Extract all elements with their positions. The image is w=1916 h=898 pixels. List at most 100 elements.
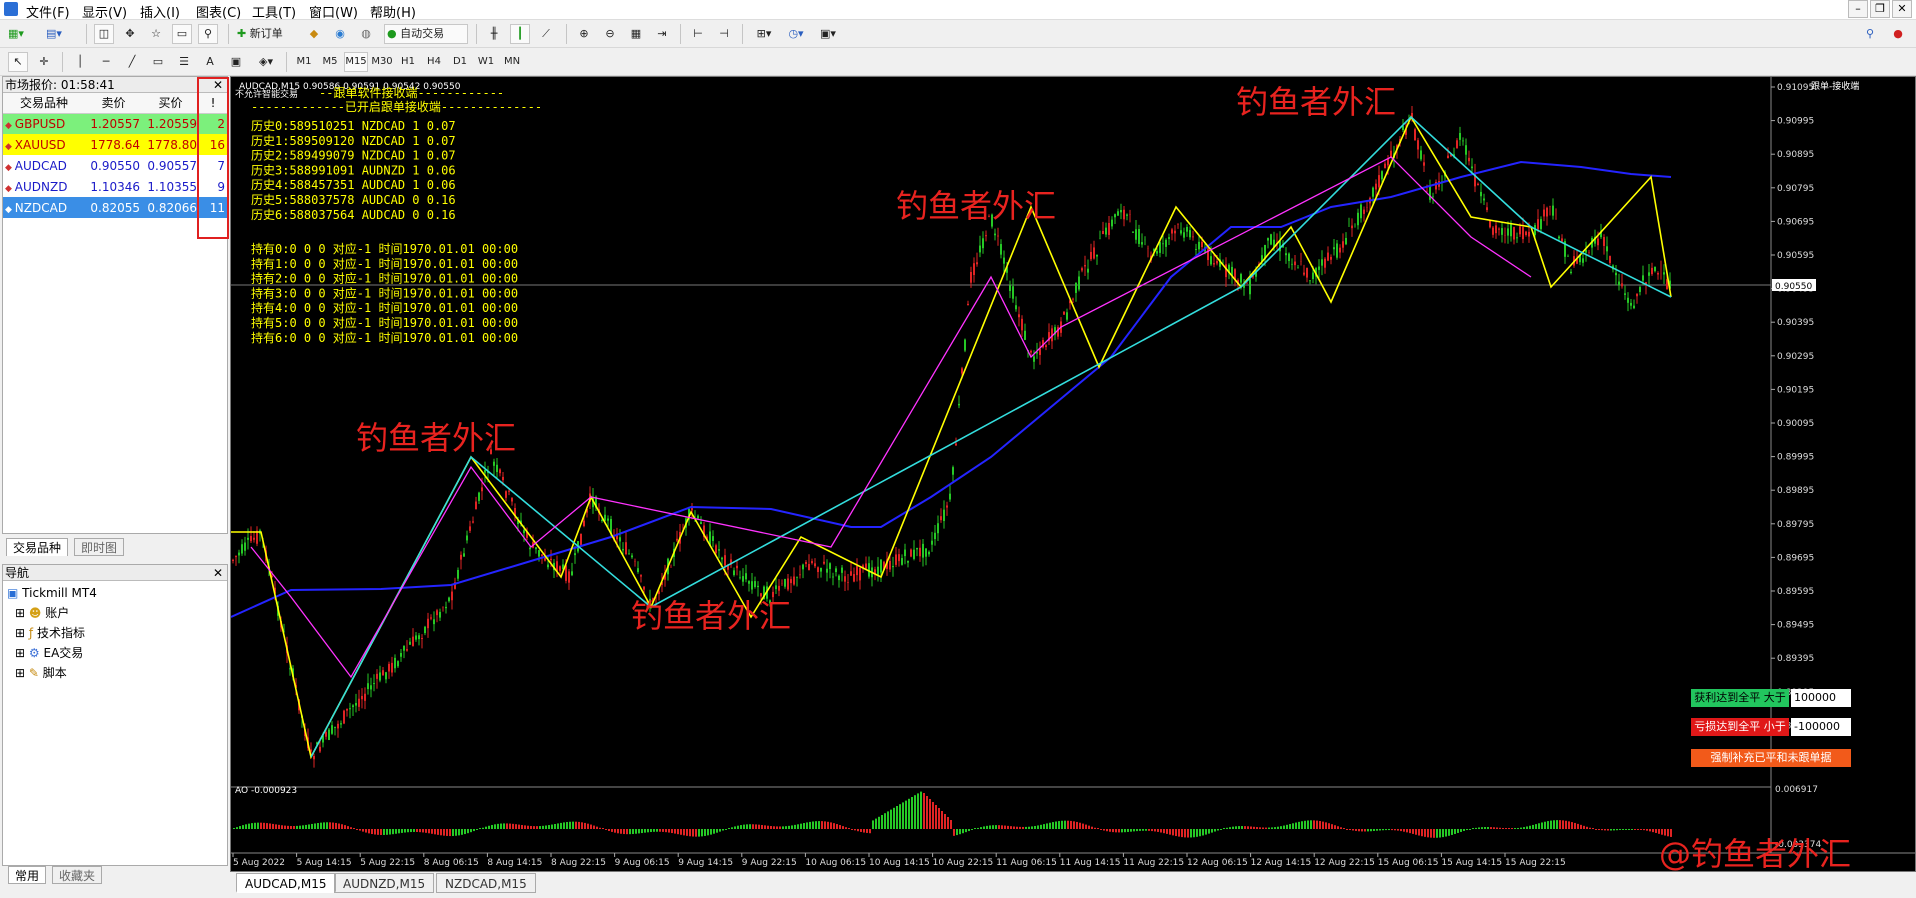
menu-insert[interactable]: 插入(I): [140, 2, 180, 21]
terminal-icon[interactable]: ▭: [172, 24, 192, 44]
fibonacci-icon[interactable]: ☰: [174, 52, 194, 72]
nav-root[interactable]: ▣ Tickmill MT4: [7, 583, 227, 603]
ao-bar: [575, 821, 577, 829]
text-icon[interactable]: A: [200, 52, 220, 72]
new-order-button[interactable]: ✚ 新订单: [236, 24, 300, 44]
tester-icon[interactable]: ⚲: [198, 24, 218, 44]
shift-end-icon[interactable]: ⊣: [714, 24, 734, 44]
new-chart-icon[interactable]: ▦▾: [6, 24, 26, 44]
close-icon[interactable]: ✕: [213, 565, 227, 581]
zoom-out-icon[interactable]: ⊖: [600, 24, 620, 44]
column-bid[interactable]: 卖价: [85, 93, 142, 114]
column-ask[interactable]: 买价: [142, 93, 199, 114]
text-label-icon[interactable]: ▣: [226, 52, 246, 72]
chart-shift-icon[interactable]: ⇥: [652, 24, 672, 44]
ao-bar: [983, 826, 985, 829]
expand-icon[interactable]: ⊞: [15, 646, 25, 660]
ao-bar: [1613, 829, 1615, 831]
nav-item-indicators[interactable]: ⊞ ƒ 技术指标: [7, 623, 227, 643]
zoom-in-icon[interactable]: ⊕: [574, 24, 594, 44]
ao-bar: [788, 825, 790, 829]
signals-icon[interactable]: ◍: [356, 24, 376, 44]
expand-icon[interactable]: ⊞: [15, 666, 25, 680]
timeframe-m5[interactable]: M5: [318, 52, 342, 72]
vertical-line-icon[interactable]: │: [70, 52, 90, 72]
ao-bar: [1508, 828, 1510, 829]
chart-window[interactable]: 0.91095 0.90995 0.90895 0.90795 0.90695 0.905…: [230, 76, 1916, 872]
community-icon[interactable]: ◉: [330, 24, 350, 44]
menu-file[interactable]: 文件(F): [26, 2, 70, 21]
notifications-icon[interactable]: ●: [1888, 24, 1908, 44]
autoscroll-icon[interactable]: ⊢: [688, 24, 708, 44]
column-symbol[interactable]: 交易品种: [3, 93, 85, 114]
market-watch-row[interactable]: ◆ GBPUSD 1.20557 1.20559 2: [3, 113, 227, 134]
indicators-icon[interactable]: ⊞▾: [750, 24, 778, 44]
menu-window[interactable]: 窗口(W): [309, 2, 358, 21]
trendline-icon[interactable]: ╱: [122, 52, 142, 72]
timeframe-d1[interactable]: D1: [448, 52, 472, 72]
nav-item-scripts[interactable]: ⊞ ✎ 脚本: [7, 663, 227, 683]
tab-audcad[interactable]: AUDCAD,M15: [236, 873, 336, 893]
navigator-icon[interactable]: ☆: [146, 24, 166, 44]
ao-bar: [1529, 825, 1531, 829]
ao-bar: [647, 829, 649, 833]
nav-item-accounts[interactable]: ⊞ ☻ 账户: [7, 603, 227, 623]
timeframe-m15[interactable]: M15: [344, 52, 368, 72]
minimize-icon[interactable]: –: [1848, 0, 1868, 18]
menu-help[interactable]: 帮助(H): [370, 2, 416, 21]
profiles-icon[interactable]: ▤▾: [44, 24, 64, 44]
candlestick-icon[interactable]: ┃: [510, 24, 530, 44]
ao-bar: [710, 829, 712, 835]
tab-audnzd[interactable]: AUDNZD,M15: [334, 873, 435, 893]
timeframe-h1[interactable]: H1: [396, 52, 420, 72]
stop-loss-input[interactable]: -100000: [1791, 718, 1851, 736]
ao-bar: [1616, 829, 1618, 831]
channel-icon[interactable]: ▭: [148, 52, 168, 72]
timeframe-mn[interactable]: MN: [500, 52, 524, 72]
timeframe-m1[interactable]: M1: [292, 52, 316, 72]
timeframe-h4[interactable]: H4: [422, 52, 446, 72]
menu-chart[interactable]: 图表(C): [196, 2, 241, 21]
ao-bar: [275, 824, 277, 829]
market-watch-icon[interactable]: ◫: [94, 24, 114, 44]
expand-icon[interactable]: ⊞: [15, 606, 25, 620]
templates-icon[interactable]: ▣▾: [814, 24, 842, 44]
tab-symbols[interactable]: 交易品种: [6, 538, 69, 556]
close-icon[interactable]: ✕: [1892, 0, 1912, 18]
shapes-icon[interactable]: ◈▾: [252, 52, 280, 72]
market-watch-row[interactable]: ◆ NZDCAD 0.82055 0.82066 11: [3, 197, 227, 218]
tab-common[interactable]: 常用: [8, 866, 47, 884]
data-window-icon[interactable]: ✥: [120, 24, 140, 44]
force-sync-button[interactable]: 强制补充已平和未跟单据: [1691, 749, 1851, 767]
ao-bar: [1394, 829, 1396, 831]
tile-windows-icon[interactable]: ▦: [626, 24, 646, 44]
timeframe-m30[interactable]: M30: [370, 52, 394, 72]
tab-favorites[interactable]: 收藏夹: [52, 866, 103, 884]
bar-chart-icon[interactable]: ╫: [484, 24, 504, 44]
line-chart-icon[interactable]: ⟋: [536, 24, 556, 44]
meta-editor-icon[interactable]: ◆: [304, 24, 324, 44]
ao-bar: [1385, 829, 1387, 831]
market-watch-row[interactable]: ◆ AUDCAD 0.90550 0.90557 7: [3, 155, 227, 176]
nav-item-experts[interactable]: ⊞ ⚙ EA交易: [7, 643, 227, 663]
take-profit-input[interactable]: 100000: [1791, 689, 1851, 707]
menu-tools[interactable]: 工具(T): [252, 2, 296, 21]
horizontal-line-icon[interactable]: ─: [96, 52, 116, 72]
auto-trading-button[interactable]: ● 自动交易: [384, 24, 468, 44]
periods-icon[interactable]: ◷▾: [782, 24, 810, 44]
tab-tick-chart[interactable]: 即时图: [74, 538, 125, 556]
expand-icon[interactable]: ⊞: [15, 626, 25, 640]
tab-nzdcad[interactable]: NZDCAD,M15: [436, 873, 536, 893]
search-icon[interactable]: ⚲: [1860, 24, 1880, 44]
ao-bar: [1517, 827, 1519, 829]
market-watch-row[interactable]: ◆ AUDNZD 1.10346 1.10355 9: [3, 176, 227, 197]
cursor-icon[interactable]: ↖: [8, 52, 28, 72]
restore-icon[interactable]: ❐: [1870, 0, 1890, 18]
market-watch-row[interactable]: ◆ XAUUSD 1778.64 1778.80 16: [3, 134, 227, 155]
ao-bar: [896, 806, 898, 829]
menu-view[interactable]: 显示(V): [82, 2, 127, 21]
ao-bar: [1067, 820, 1069, 829]
timeframe-w1[interactable]: W1: [474, 52, 498, 72]
chart-canvas[interactable]: 0.91095 0.90995 0.90895 0.90795 0.90695 0.905…: [231, 77, 1915, 871]
crosshair-icon[interactable]: ✛: [34, 52, 54, 72]
